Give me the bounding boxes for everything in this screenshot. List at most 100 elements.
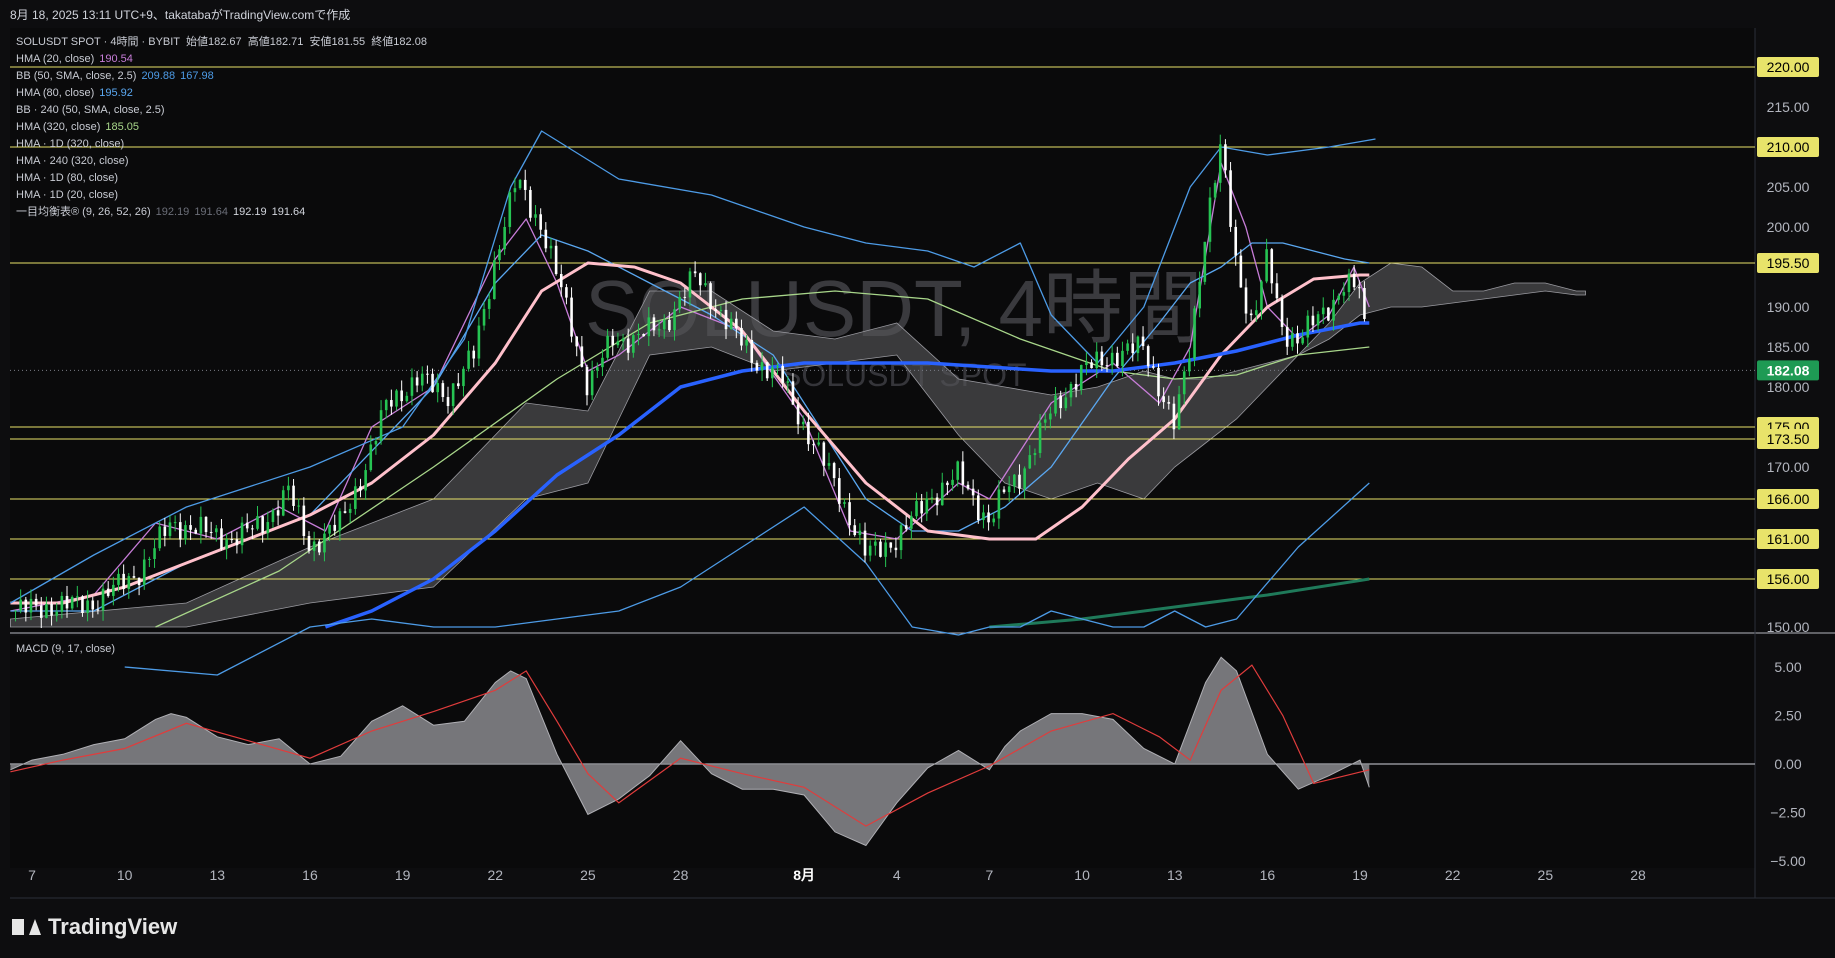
candle-body — [1249, 313, 1253, 316]
legend-indicator-value: 185.05 — [105, 121, 140, 133]
candle-body — [431, 373, 434, 393]
price-tick-label: 210.00 — [1767, 139, 1810, 155]
candle-body — [549, 245, 553, 249]
candle-body — [184, 525, 187, 540]
legend-indicator-name: HMA · 1D (80, close) — [16, 172, 119, 184]
legend-main-row[interactable]: SOLUSDT SPOT · 4時間 · BYBIT 始値182.67 高値18… — [16, 34, 427, 51]
candle-body — [81, 596, 84, 613]
candle-body — [606, 335, 609, 358]
candle-body — [982, 512, 985, 521]
legend-indicator-name: 一目均衡表® (9, 26, 52, 26) — [16, 206, 151, 218]
candle-body — [1162, 396, 1165, 403]
candle-body — [1213, 182, 1217, 198]
candle-body — [554, 245, 558, 275]
candle-body — [112, 584, 115, 596]
legend-indicator-value: 167.98 — [180, 70, 214, 82]
candle-body — [1100, 351, 1104, 366]
candle-body — [1301, 337, 1304, 344]
candle-body — [755, 362, 759, 371]
candle-body — [333, 524, 337, 531]
time-tick-label: 22 — [1445, 867, 1461, 883]
legend-low-label: 安値 — [309, 36, 332, 48]
candle-body — [446, 397, 450, 407]
candle-body — [1157, 367, 1160, 397]
price-tick-label: 200.00 — [1767, 219, 1810, 235]
candle-body — [997, 489, 1001, 519]
legend-indicator-name: HMA · 240 (320, close) — [16, 155, 129, 167]
time-tick-label: 16 — [302, 867, 318, 883]
candle-body — [1033, 453, 1037, 456]
candle-body — [1121, 350, 1124, 367]
macd-tick-label: −5.00 — [1770, 853, 1806, 869]
tradingview-logo[interactable]: TradingView — [12, 914, 177, 940]
candle-body — [168, 522, 172, 536]
legend-indicator-row[interactable]: 一目均衡表® (9, 26, 52, 26) 192.19 191.64 192.19… — [16, 204, 427, 221]
candle-body — [19, 599, 22, 611]
candle-body — [369, 444, 373, 471]
candle-body — [776, 365, 779, 368]
candle-body — [544, 229, 548, 249]
candle-body — [781, 365, 784, 383]
candle-body — [189, 525, 192, 530]
candle-body — [1280, 298, 1284, 327]
candle-body — [1049, 413, 1052, 420]
candle-body — [1043, 419, 1047, 423]
candle-body — [379, 410, 383, 441]
candle-body — [688, 271, 692, 298]
candle-body — [1023, 468, 1026, 489]
legend-indicator-name: BB · 240 (50, SMA, close, 2.5) — [16, 104, 165, 116]
candle-body — [1234, 226, 1238, 256]
candle-body — [868, 545, 872, 556]
candle-body — [729, 318, 733, 330]
candle-body — [894, 547, 898, 551]
legend-high-label: 高値 — [247, 36, 270, 48]
legend-indicator-row[interactable]: HMA (320, close) 185.05 — [16, 119, 427, 136]
candle-body — [879, 541, 882, 557]
legend-indicator-row[interactable]: HMA (80, close) 195.92 — [16, 85, 427, 102]
candle-body — [487, 299, 491, 309]
candle-body — [163, 526, 167, 536]
candle-body — [1357, 287, 1361, 289]
legend-indicator-row[interactable]: BB (50, SMA, close, 2.5) 209.88 167.98 — [16, 68, 427, 85]
candle-body — [493, 260, 496, 300]
candle-body — [266, 522, 270, 534]
candle-body — [704, 283, 707, 286]
candle-body — [812, 444, 815, 446]
candle-body — [1229, 170, 1232, 227]
legend-indicator-value: 209.88 — [141, 70, 176, 82]
candle-body — [338, 511, 342, 531]
time-tick-label: 28 — [673, 867, 689, 883]
legend-close-value: 182.08 — [393, 36, 427, 48]
candle-body — [420, 373, 424, 386]
candle-body — [714, 309, 718, 311]
candle-body — [271, 510, 275, 523]
candle-body — [323, 533, 326, 553]
candle-body — [127, 576, 131, 589]
legend-indicator-row[interactable]: HMA (20, close) 190.54 — [16, 51, 427, 68]
candle-body — [992, 518, 996, 523]
legend-indicator-row[interactable]: BB · 240 (50, SMA, close, 2.5) — [16, 102, 427, 119]
candle-body — [498, 249, 501, 261]
candle-body — [884, 542, 887, 557]
price-tick-label: 205.00 — [1767, 179, 1810, 195]
candle-body — [1218, 144, 1222, 183]
candle-body — [735, 318, 738, 329]
candle-body — [297, 505, 300, 507]
candle-body — [1208, 197, 1212, 242]
candle-body — [1054, 395, 1057, 414]
legend-indicator-row[interactable]: HMA · 240 (320, close) — [16, 153, 427, 170]
candle-body — [817, 442, 820, 445]
legend-indicator-name: HMA (20, close) — [16, 53, 95, 65]
legend-indicator-row[interactable]: HMA · 1D (320, close) — [16, 136, 427, 153]
candle-body — [364, 470, 367, 491]
legend-indicator-row[interactable]: HMA · 1D (80, close) — [16, 170, 427, 187]
candle-body — [426, 373, 429, 375]
brand-name: TradingView — [48, 914, 178, 939]
candle-body — [1172, 403, 1176, 430]
candle-body — [441, 383, 445, 398]
candle-body — [1239, 255, 1243, 288]
candle-body — [920, 501, 923, 514]
legend-indicator-row[interactable]: HMA · 1D (20, close) — [16, 187, 427, 204]
legend-low-value: 181.55 — [331, 36, 366, 48]
candle-body — [256, 516, 259, 529]
